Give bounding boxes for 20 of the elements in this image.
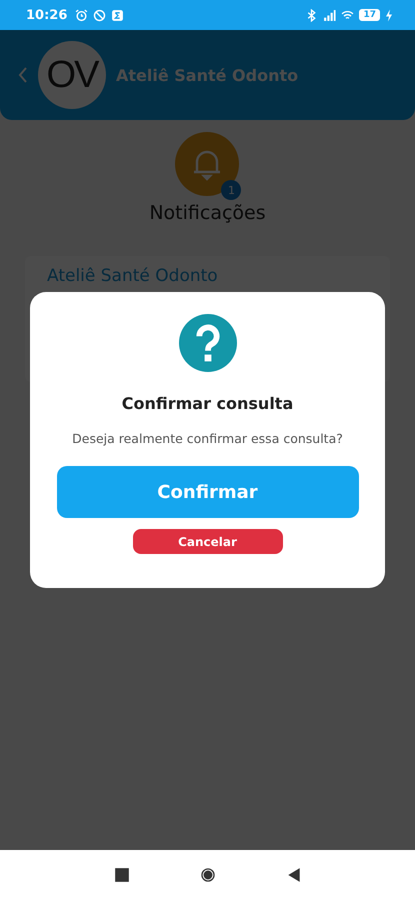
- wifi-icon: [341, 8, 354, 22]
- back-icon[interactable]: [286, 867, 302, 883]
- header-title: Ateliê Santé Odonto: [116, 66, 298, 84]
- blocked-icon: [93, 8, 106, 22]
- dialog-title: Confirmar consulta: [122, 394, 294, 413]
- signal-icon: [323, 8, 336, 22]
- recents-icon[interactable]: [114, 867, 130, 883]
- dialog-message: Deseja realmente confirmar essa consulta?: [72, 431, 343, 446]
- battery-indicator: 17: [359, 9, 380, 21]
- question-icon: [178, 314, 236, 372]
- card-title: Ateliê Santé Odonto: [47, 266, 219, 286]
- cancel-button[interactable]: Cancelar: [132, 529, 282, 554]
- charging-icon: [385, 8, 393, 22]
- bluetooth-icon: [305, 8, 318, 22]
- confirm-button[interactable]: Confirmar: [56, 466, 358, 518]
- clock-time: 10:26: [26, 8, 68, 22]
- alarm-icon: [75, 8, 88, 22]
- app-icon: [111, 8, 124, 22]
- home-icon[interactable]: [200, 867, 216, 883]
- notifications-label: Notificações: [149, 202, 266, 224]
